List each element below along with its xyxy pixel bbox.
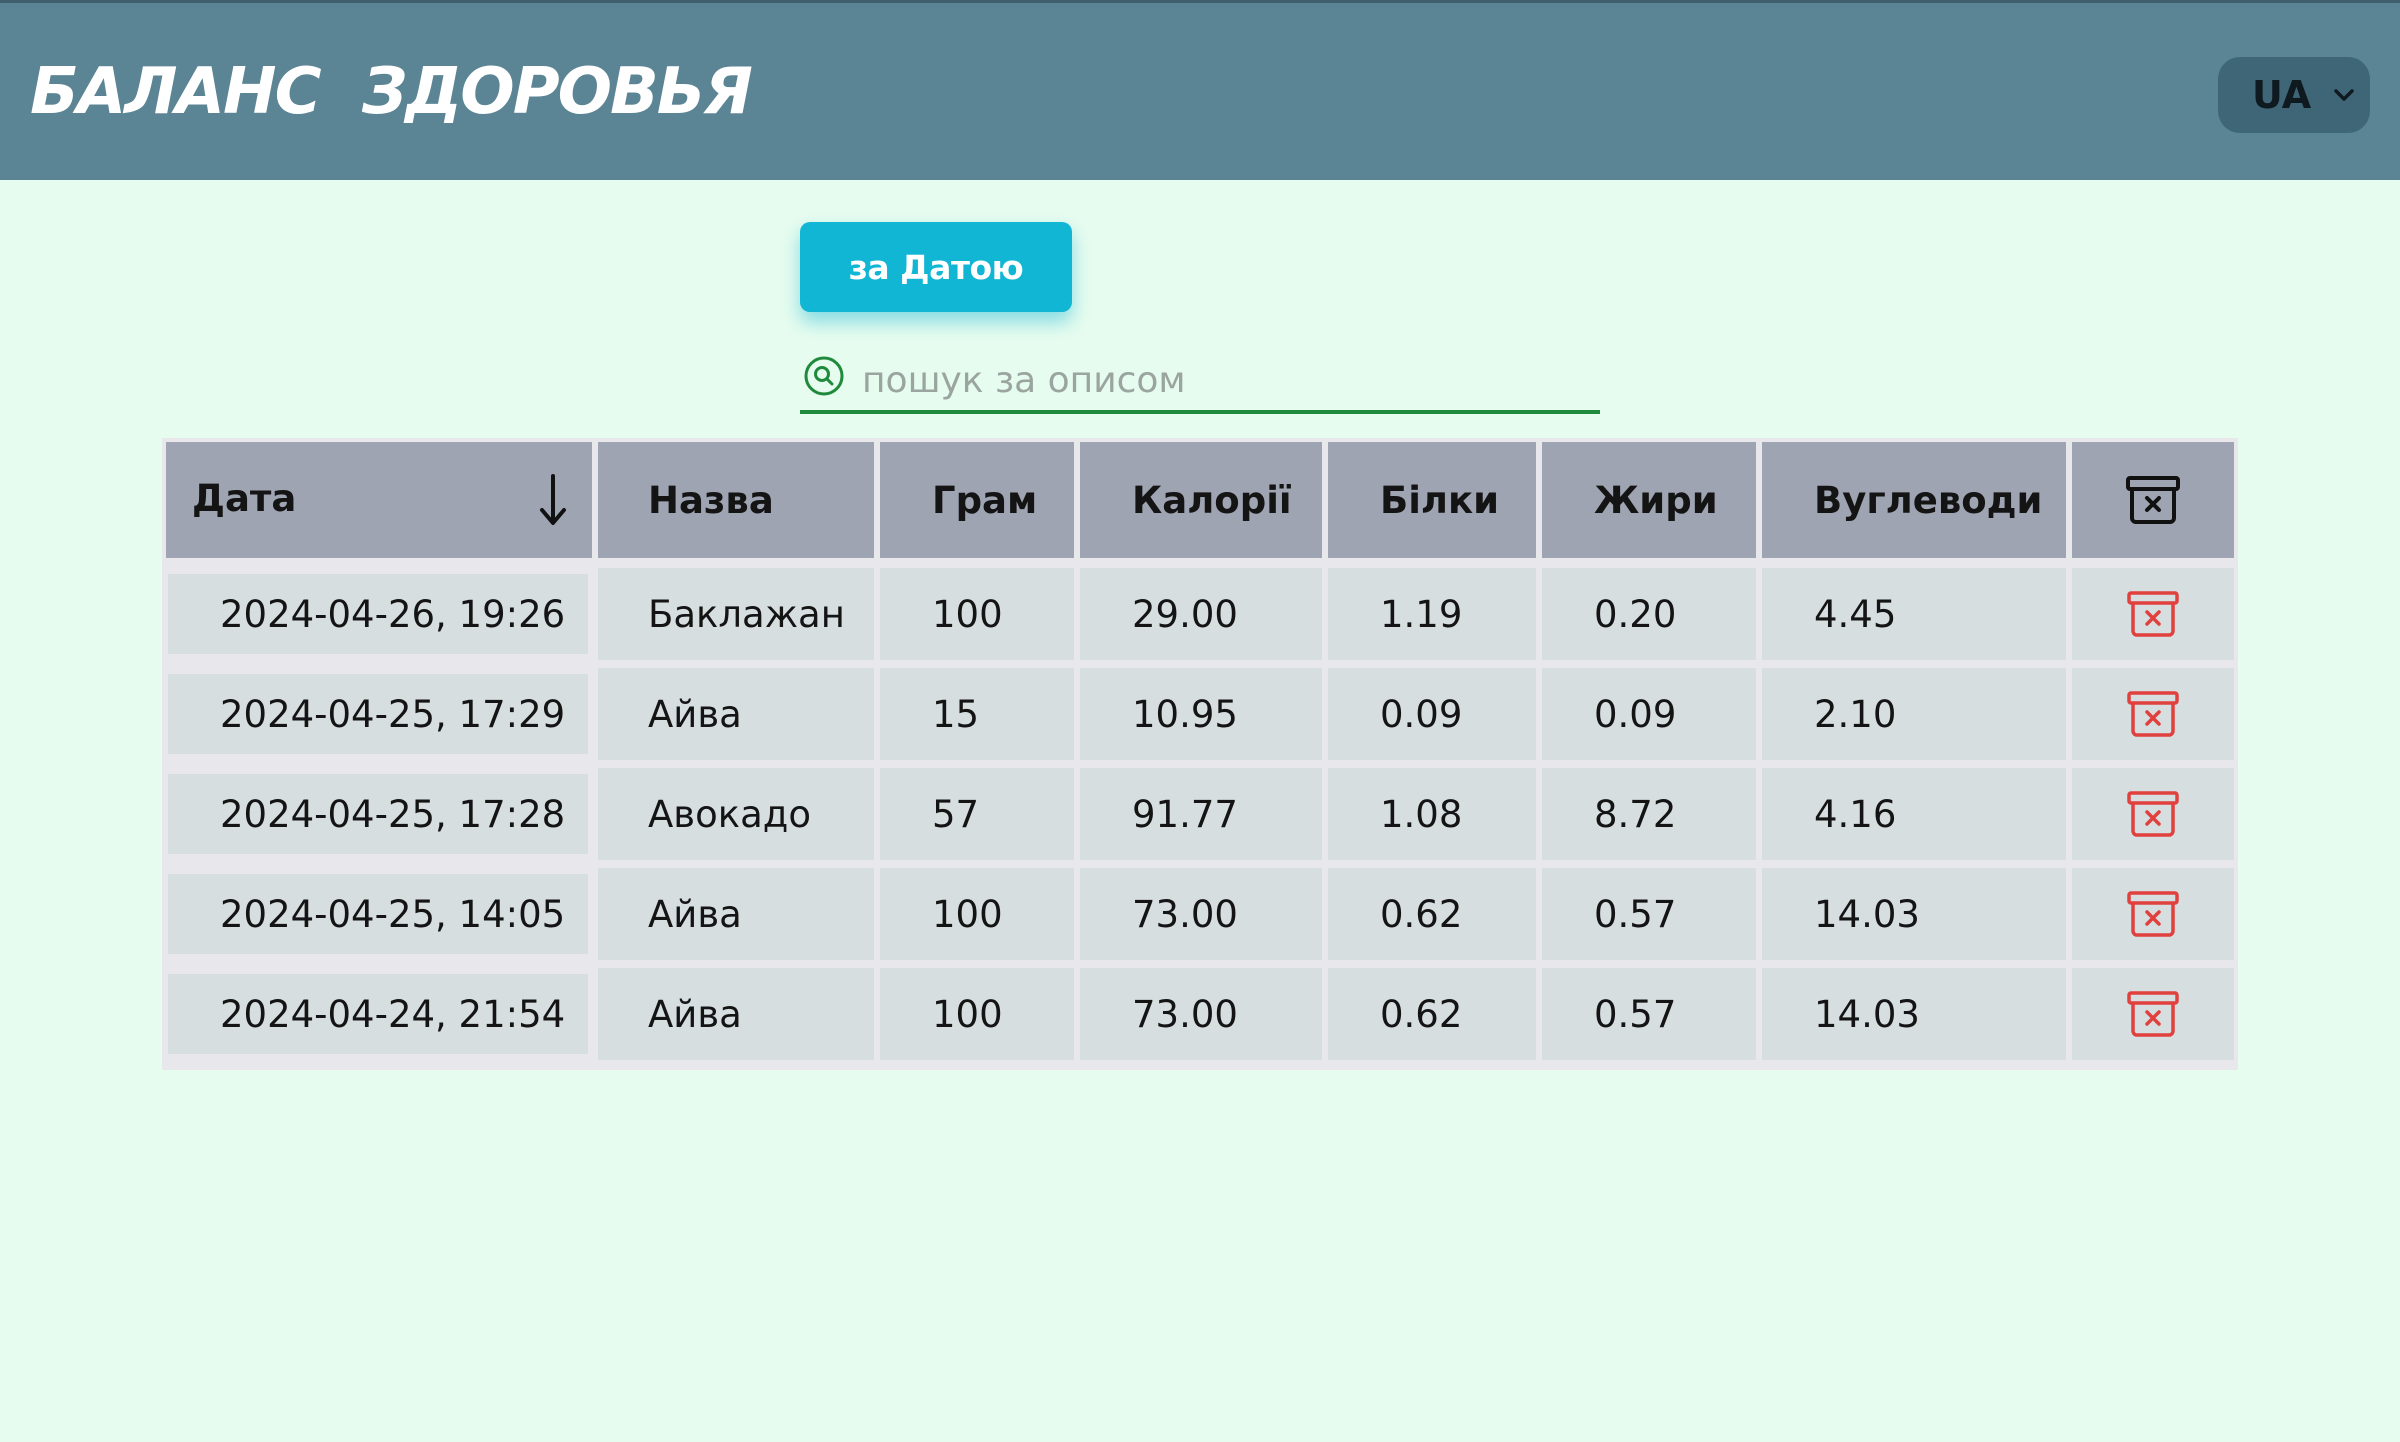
cell-name: Баклажан: [598, 568, 874, 660]
food-log-table: Дата Назва Грам Калорії Білки Жири Вуглеводи 20…: [162, 438, 2238, 1070]
language-select[interactable]: UA: [2218, 57, 2370, 133]
app-header: БАЛАНС ЗДОРОВЬЯ UA: [0, 0, 2400, 180]
cell-proteins: 0.09: [1328, 668, 1536, 760]
cell-fats: 0.57: [1542, 968, 1756, 1060]
cell-grams: 100: [880, 968, 1074, 1060]
column-header-label: Вуглеводи: [1814, 478, 2043, 522]
cell-grams: 100: [880, 868, 1074, 960]
cell-date: 2024-04-25, 17:28: [168, 774, 588, 854]
search-icon: [804, 356, 844, 396]
cell-date: 2024-04-25, 17:29: [168, 674, 588, 754]
cell-proteins: 1.08: [1328, 768, 1536, 860]
cell-calories: 10.95: [1080, 668, 1322, 760]
cell-proteins: 1.19: [1328, 568, 1536, 660]
delete-row-icon: [2127, 591, 2179, 637]
column-header-label: Дата: [192, 476, 297, 520]
chevron-down-icon: [2334, 89, 2354, 101]
cell-carbs: 4.16: [1762, 768, 2066, 860]
column-header-label: Грам: [932, 478, 1038, 522]
delete-row-button[interactable]: [2072, 868, 2234, 960]
cell-carbs: 2.10: [1762, 668, 2066, 760]
delete-row-button[interactable]: [2072, 568, 2234, 660]
cell-date: 2024-04-24, 21:54: [168, 974, 588, 1054]
cell-fats: 8.72: [1542, 768, 1756, 860]
cell-calories: 73.00: [1080, 868, 1322, 960]
search-input[interactable]: [862, 356, 1562, 404]
cell-date: 2024-04-26, 19:26: [168, 574, 588, 654]
delete-row-icon: [2127, 891, 2179, 937]
delete-row-icon: [2127, 991, 2179, 1037]
cell-name: Айва: [598, 868, 874, 960]
cell-calories: 91.77: [1080, 768, 1322, 860]
column-header-calories: Калорії: [1080, 442, 1322, 558]
cell-carbs: 14.03: [1762, 868, 2066, 960]
column-header-proteins: Білки: [1328, 442, 1536, 558]
column-header-label: Назва: [648, 478, 774, 522]
column-header-fats: Жири: [1542, 442, 1756, 558]
cell-fats: 0.09: [1542, 668, 1756, 760]
column-header-label: Жири: [1594, 478, 1718, 522]
cell-name: Авокадо: [598, 768, 874, 860]
cell-name: Айва: [598, 968, 874, 1060]
column-header-carbs: Вуглеводи: [1762, 442, 2066, 558]
column-header-grams: Грам: [880, 442, 1074, 558]
column-header-name: Назва: [598, 442, 874, 558]
delete-row-button[interactable]: [2072, 668, 2234, 760]
cell-proteins: 0.62: [1328, 868, 1536, 960]
cell-carbs: 14.03: [1762, 968, 2066, 1060]
cell-grams: 15: [880, 668, 1074, 760]
column-header-label: Калорії: [1132, 478, 1292, 522]
cell-calories: 73.00: [1080, 968, 1322, 1060]
cell-fats: 0.57: [1542, 868, 1756, 960]
cell-proteins: 0.62: [1328, 968, 1536, 1060]
sort-by-date-button[interactable]: за Датою: [800, 222, 1072, 312]
language-value: UA: [2252, 73, 2312, 117]
delete-row-icon: [2127, 691, 2179, 737]
column-header-label: Білки: [1380, 478, 1500, 522]
arrow-down-icon[interactable]: [538, 472, 568, 528]
search-bar: [800, 350, 1600, 414]
cell-carbs: 4.45: [1762, 568, 2066, 660]
column-header-date[interactable]: Дата: [166, 442, 592, 558]
delete-all-button[interactable]: [2072, 442, 2234, 558]
app-title: БАЛАНС ЗДОРОВЬЯ: [30, 55, 753, 129]
delete-row-icon: [2127, 791, 2179, 837]
cell-fats: 0.20: [1542, 568, 1756, 660]
cell-date: 2024-04-25, 14:05: [168, 874, 588, 954]
delete-row-button[interactable]: [2072, 968, 2234, 1060]
cell-calories: 29.00: [1080, 568, 1322, 660]
cell-grams: 100: [880, 568, 1074, 660]
archive-x-icon: [2126, 476, 2180, 524]
cell-name: Айва: [598, 668, 874, 760]
cell-grams: 57: [880, 768, 1074, 860]
delete-row-button[interactable]: [2072, 768, 2234, 860]
